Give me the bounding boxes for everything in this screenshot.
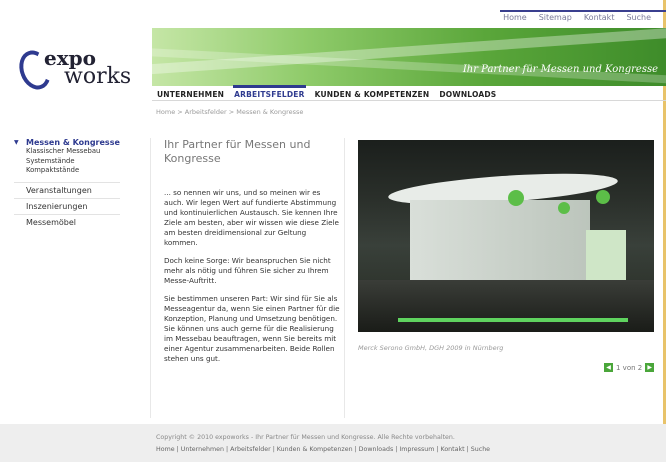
gallery-image — [358, 140, 654, 332]
utility-nav: Home Sitemap Kontakt Suche — [503, 13, 651, 22]
main-nav: UNTERNEHMEN ARBEITSFELDER KUNDEN & KOMPE… — [156, 85, 497, 100]
content-paragraph: ... so nennen wir uns, und so meinen wir… — [164, 188, 339, 247]
utility-link-kontakt[interactable]: Kontakt — [584, 13, 615, 22]
nav-downloads[interactable]: DOWNLOADS — [438, 88, 497, 100]
green-sphere — [558, 202, 570, 214]
gallery-pager: ◀ 1 von 2 ▶ — [604, 363, 655, 372]
next-arrow-icon[interactable]: ▶ — [645, 363, 655, 372]
nav-arbeitsfelder[interactable]: ARBEITSFELDER — [233, 85, 306, 100]
content-paragraph: Sie bestimmen unseren Part: Wir sind für… — [164, 294, 340, 363]
sidebar-item-veranstaltungen[interactable]: Veranstaltungen — [14, 181, 120, 198]
top-accent-line — [500, 10, 666, 12]
prev-arrow-icon[interactable]: ◀ — [604, 363, 613, 372]
sidebar-item-messen-kongresse[interactable]: Messen & Kongresse — [14, 138, 120, 147]
nav-divider — [152, 100, 666, 101]
utility-link-sitemap[interactable]: Sitemap — [539, 13, 572, 22]
utility-link-suche[interactable]: Suche — [626, 13, 651, 22]
breadcrumb[interactable]: Home > Arbeitsfelder > Messen & Kongress… — [156, 108, 303, 116]
sidebar-item-messemoebel[interactable]: Messemöbel — [14, 213, 120, 230]
sidebar-subitem-klassischer-messebau[interactable]: Klassischer Messebau — [14, 147, 120, 157]
nav-kunden-kompetenzen[interactable]: KUNDEN & KOMPETENZEN — [314, 88, 431, 100]
site-logo[interactable]: expo works — [14, 44, 132, 94]
header-banner: Ihr Partner für Messen und Kongresse — [152, 28, 666, 86]
column-divider — [344, 138, 345, 418]
page-frame: Home Sitemap Kontakt Suche expo works Ih… — [0, 0, 666, 462]
banner-slogan: Ihr Partner für Messen und Kongresse — [462, 64, 658, 75]
stand-floor — [358, 280, 654, 332]
sidebar-subitem-systemstaende[interactable]: Systemstände — [14, 157, 120, 167]
logo-word-works: works — [64, 64, 132, 89]
page-title: Ihr Partner für Messen und Kongresse — [164, 138, 311, 165]
main-content: Ihr Partner für Messen und Kongresse ...… — [164, 138, 340, 372]
utility-link-home[interactable]: Home — [503, 13, 527, 22]
green-sphere — [508, 190, 524, 206]
footer-links[interactable]: Home | Unternehmen | Arbeitsfelder | Kun… — [156, 446, 490, 453]
footer-copyright: Copyright © 2010 expoworks - Ihr Partner… — [156, 434, 455, 441]
green-sphere — [596, 190, 610, 204]
sidebar-subitem-kompaktstaende[interactable]: Kompaktstände — [14, 166, 120, 176]
sidebar: Messen & Kongresse Klassischer Messebau … — [14, 138, 120, 230]
pager-count: 1 von 2 — [616, 363, 643, 372]
floor-glow — [398, 318, 628, 322]
gallery-caption: Merck Serono GmbH, DGH 2009 in Nürnberg — [358, 344, 504, 352]
sidebar-item-inszenierungen[interactable]: Inszenierungen — [14, 197, 120, 214]
nav-unternehmen[interactable]: UNTERNEHMEN — [156, 88, 225, 100]
footer: Copyright © 2010 expoworks - Ihr Partner… — [0, 424, 666, 462]
content-paragraph: Doch keine Sorge: Wir beanspruchen Sie n… — [164, 256, 331, 285]
column-divider — [150, 138, 151, 418]
